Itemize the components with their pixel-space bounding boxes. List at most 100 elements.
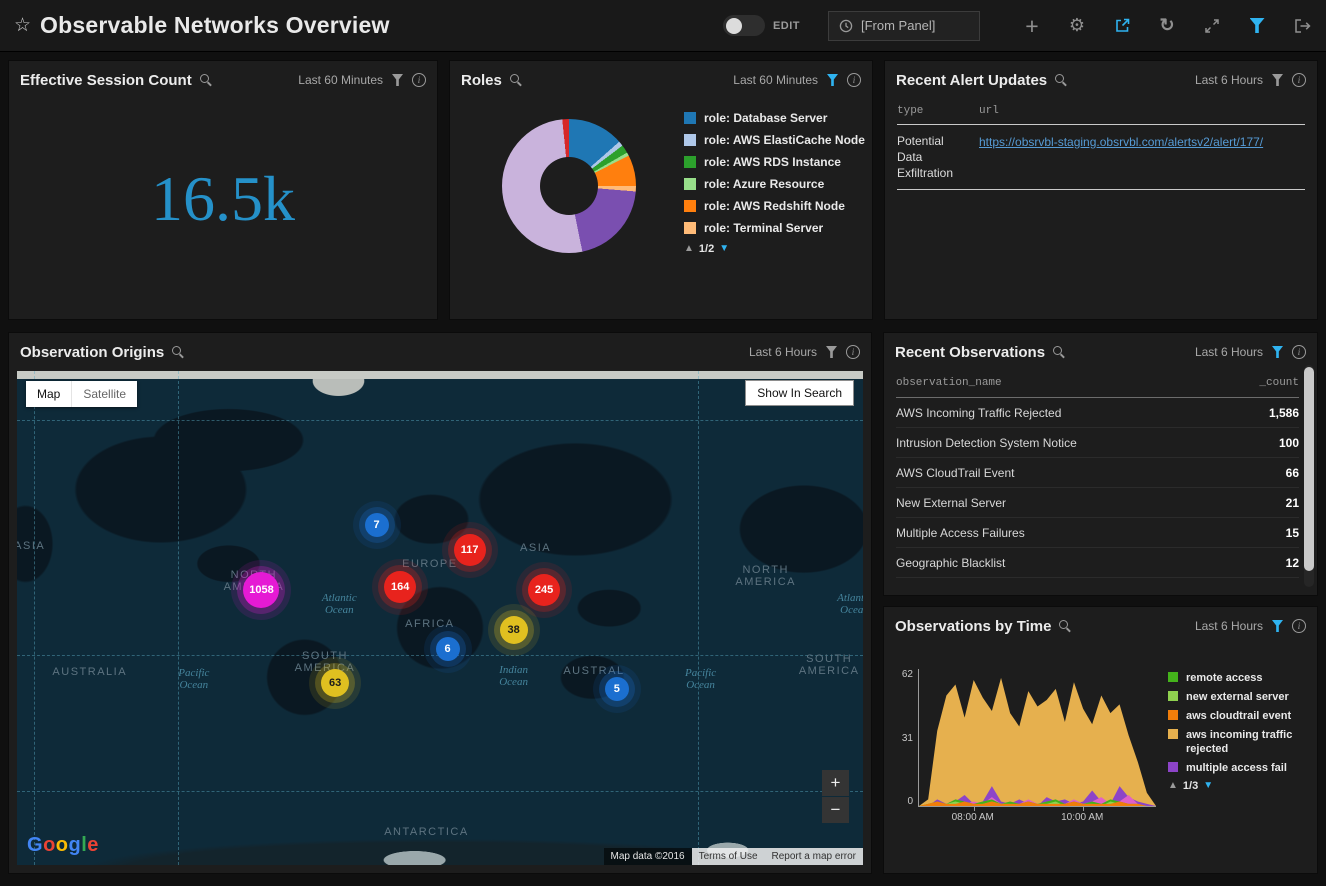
toggle-knob-icon — [726, 18, 742, 34]
x-axis-labels: 08:00 AM10:00 AM — [918, 807, 1156, 825]
page-up-icon[interactable] — [684, 244, 694, 254]
alert-link[interactable]: https://obsrvbl-staging.obsrvbl.com/aler… — [979, 135, 1263, 149]
panel-timerange: Last 60 Minutes — [298, 73, 383, 87]
show-in-search-button[interactable]: Show In Search — [745, 380, 854, 406]
observation-count-cell: 15 — [1229, 526, 1299, 540]
legend-label: new external server — [1186, 690, 1289, 704]
time-pagination: 1/3 — [1168, 780, 1309, 792]
magnifier-icon[interactable] — [1054, 73, 1068, 87]
observation-name-cell: New External Server — [896, 496, 1229, 510]
map-cluster-marker[interactable]: 117 — [454, 534, 486, 566]
magnifier-icon[interactable] — [171, 345, 185, 359]
fullscreen-expand-icon[interactable] — [1202, 16, 1222, 36]
world-map: ASIANORTH AMERICAEUROPEASIANORTH AMERICA… — [17, 371, 863, 865]
observation-row[interactable]: AWS CloudTrail Event66 — [896, 458, 1299, 488]
panel-info-icon[interactable] — [846, 345, 860, 359]
observation-count-cell: 100 — [1229, 436, 1299, 450]
observation-row[interactable]: Geographic Blacklist12 — [896, 548, 1299, 578]
roles-legend-item[interactable]: role: Database Server — [684, 111, 865, 125]
map-gridline — [17, 420, 863, 421]
scrollbar-thumb[interactable] — [1304, 367, 1314, 571]
global-filter-icon[interactable] — [1247, 16, 1267, 36]
panel-title: Recent Alert Updates — [896, 72, 1047, 89]
roles-legend-item[interactable]: role: AWS ElastiCache Node — [684, 133, 865, 147]
time-legend-item[interactable]: aws cloudtrail event — [1168, 709, 1309, 723]
map-cluster-marker[interactable]: 1058 — [243, 572, 279, 608]
panel-info-icon[interactable] — [1292, 73, 1306, 87]
map-cluster-marker[interactable]: 63 — [321, 669, 349, 697]
report-map-error-link[interactable]: Report a map error — [765, 848, 863, 865]
roles-legend-item[interactable]: role: AWS Redshift Node — [684, 199, 865, 213]
refresh-icon[interactable] — [1157, 16, 1177, 36]
legend-swatch — [684, 200, 696, 212]
share-export-icon[interactable] — [1112, 16, 1132, 36]
map-cluster-marker[interactable]: 38 — [500, 616, 528, 644]
observation-row[interactable]: Intrusion Detection System Notice100 — [896, 428, 1299, 458]
magnifier-icon[interactable] — [509, 73, 523, 87]
magnifier-icon[interactable] — [199, 73, 213, 87]
legend-label: role: Terminal Server — [704, 221, 823, 235]
panel-filter-icon[interactable] — [1272, 346, 1283, 358]
observation-row[interactable]: New External Server21 — [896, 488, 1299, 518]
map-cluster-marker[interactable]: 245 — [528, 574, 560, 606]
observation-count-cell: 12 — [1229, 556, 1299, 570]
settings-gear-icon[interactable] — [1067, 16, 1087, 36]
map-cluster-marker[interactable]: 5 — [605, 677, 629, 701]
map-cluster-marker[interactable]: 164 — [384, 571, 416, 603]
panel-info-icon[interactable] — [847, 73, 861, 87]
legend-label: remote access — [1186, 671, 1262, 685]
observation-row[interactable]: Multiple Access Failures15 — [896, 518, 1299, 548]
map-view-button[interactable]: Map — [26, 381, 71, 407]
panel-title: Recent Observations — [895, 344, 1045, 361]
map-cluster-marker[interactable]: 7 — [365, 513, 389, 537]
roles-legend-item[interactable]: role: Terminal Server — [684, 221, 865, 235]
panel-timerange: Last 6 Hours — [749, 345, 817, 359]
zoom-in-button[interactable]: + — [822, 770, 849, 796]
page-down-icon[interactable] — [719, 244, 729, 254]
panel-info-icon[interactable] — [412, 73, 426, 87]
map-cluster-marker[interactable]: 6 — [436, 637, 460, 661]
panel-info-icon[interactable] — [1292, 345, 1306, 359]
panel-observations-by-time: Observations by Time Last 6 Hours 62 31 … — [883, 606, 1318, 874]
topbar-icon-group — [1022, 16, 1312, 36]
time-chart-plot[interactable] — [918, 669, 1156, 807]
time-legend-item[interactable]: multiple access fail — [1168, 761, 1309, 775]
time-legend-item[interactable]: aws incoming traffic rejected — [1168, 728, 1309, 756]
panel-observation-origins: Observation Origins Last 6 Hours ASIANOR… — [8, 332, 872, 874]
magnifier-icon[interactable] — [1052, 345, 1066, 359]
scrollbar-track[interactable] — [1304, 365, 1314, 587]
time-legend-item[interactable]: new external server — [1168, 690, 1309, 704]
panel-info-icon[interactable] — [1292, 619, 1306, 633]
zoom-out-button[interactable]: − — [822, 797, 849, 823]
observations-table-header: observation_name _count — [896, 371, 1299, 398]
observation-name-cell: Geographic Blacklist — [896, 556, 1229, 570]
roles-donut-chart[interactable] — [502, 119, 636, 253]
legend-label: aws cloudtrail event — [1186, 709, 1291, 723]
roles-legend-item[interactable]: role: Azure Resource — [684, 177, 865, 191]
panel-title: Effective Session Count — [20, 72, 192, 89]
map-gridline — [34, 371, 35, 865]
column-header-count: _count — [1229, 377, 1299, 389]
panel-recent-observations: Recent Observations Last 6 Hours observa… — [883, 332, 1318, 596]
panel-filter-icon[interactable] — [1272, 620, 1283, 632]
page-down-icon[interactable] — [1203, 781, 1213, 791]
edit-toggle[interactable] — [723, 15, 765, 36]
favorite-star-icon[interactable] — [14, 14, 31, 37]
panel-filter-icon[interactable] — [827, 74, 838, 86]
time-legend-item[interactable]: remote access — [1168, 671, 1309, 685]
panel-filter-icon[interactable] — [1272, 74, 1283, 86]
sign-out-icon[interactable] — [1292, 16, 1312, 36]
page-up-icon[interactable] — [1168, 781, 1178, 791]
observation-name-cell: AWS Incoming Traffic Rejected — [896, 406, 1229, 420]
map-attribution: Map data ©2016 Terms of Use Report a map… — [604, 848, 863, 865]
terms-of-use-link[interactable]: Terms of Use — [692, 848, 765, 865]
roles-legend-item[interactable]: role: AWS RDS Instance — [684, 155, 865, 169]
satellite-view-button[interactable]: Satellite — [71, 381, 137, 407]
time-chart — [919, 669, 1156, 806]
panel-filter-icon[interactable] — [826, 346, 837, 358]
magnifier-icon[interactable] — [1058, 619, 1072, 633]
add-panel-icon[interactable] — [1022, 16, 1042, 36]
time-picker[interactable]: [From Panel] — [828, 11, 980, 41]
panel-filter-icon[interactable] — [392, 74, 403, 86]
observation-row[interactable]: AWS Incoming Traffic Rejected1,586 — [896, 398, 1299, 428]
